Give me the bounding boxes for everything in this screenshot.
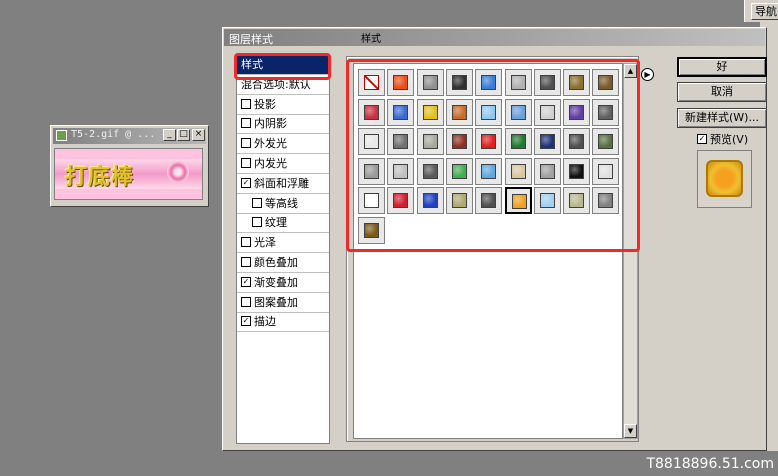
effect-checkbox[interactable] [241,98,251,109]
effect-label: 外发光 [254,137,287,151]
image-file-icon [56,130,67,141]
effect-checkbox[interactable] [252,217,262,228]
watermark-text: T8818896.51.com [646,456,774,472]
effect-item[interactable]: 内阴影 [237,115,329,135]
effect-label: 渐变叠加 [254,275,298,289]
effect-item[interactable]: 光泽 [237,234,329,254]
effect-checkbox[interactable] [241,296,251,307]
annotation-highlight-styles-item [234,53,331,80]
preview-label: 预览(V) [710,133,749,146]
preview-checkbox-row[interactable]: ✓ 预览(V) [697,131,748,147]
document-titlebar[interactable]: T5-2.gif @ ... _ □ × [53,128,206,144]
effect-checkbox[interactable] [252,197,262,208]
effect-item[interactable]: 图案叠加 [237,294,329,313]
effect-checkbox[interactable] [241,118,251,129]
panel-menu-arrow-icon[interactable]: ▶ [641,68,654,81]
ok-button[interactable]: 好 [677,57,767,77]
effect-label: 光泽 [254,236,276,250]
navigator-tab[interactable]: 导航 [751,3,778,20]
style-preview-swatch [706,160,743,197]
effect-label: 图案叠加 [254,295,298,309]
effect-item[interactable]: 等高线 [237,195,329,214]
dialog-titlebar[interactable]: 图层样式 [224,29,765,46]
effect-checkbox[interactable] [241,257,251,267]
maximize-button[interactable]: □ [177,129,190,141]
effect-checkbox[interactable]: ✓ [241,316,251,327]
effect-item[interactable]: ✓ 斜面和浮雕 [237,175,329,194]
effect-item[interactable]: 外发光 [237,135,329,155]
styles-group-label: 样式 [361,34,381,45]
cancel-button[interactable]: 取消 [677,82,767,102]
effect-label: 描边 [254,315,276,329]
document-window: T5-2.gif @ ... _ □ × 打底棒 [50,125,209,207]
effect-item[interactable]: 投影 [237,96,329,115]
flower-decoration [167,161,189,183]
dialog-title: 图层样式 [229,33,273,46]
effect-item[interactable]: ✓ 渐变叠加 [237,274,329,293]
effect-item[interactable]: 内发光 [237,155,329,174]
scroll-down-arrow-icon[interactable]: ▼ [624,424,637,438]
effect-label: 斜面和浮雕 [254,176,309,190]
effect-item[interactable]: 颜色叠加 [237,254,329,273]
navigator-panel-fragment: 导航 [744,0,778,22]
effect-checkbox[interactable]: ✓ [241,177,251,188]
effect-label: 投影 [254,97,276,111]
effect-checkbox[interactable] [241,237,251,248]
preview-checkbox[interactable]: ✓ [697,134,707,144]
annotation-highlight-swatches [346,59,640,252]
close-button[interactable]: × [192,129,205,141]
effect-item[interactable]: 纹理 [237,214,329,234]
effect-item[interactable]: ✓ 描边 [237,313,329,333]
effect-checkbox[interactable] [241,138,251,149]
effects-list: 样式 混合选项:默认 投影 内阴影 外发光 内发光 ✓ 斜面和浮雕 等高线 纹理 光泽 颜色叠加 ✓ 渐变… [236,55,330,444]
effect-checkbox[interactable]: ✓ [241,276,251,287]
new-style-button[interactable]: 新建样式(W)... [677,108,767,128]
effect-checkbox[interactable] [241,158,251,168]
effect-label: 纹理 [265,216,287,230]
minimize-button[interactable]: _ [163,129,176,141]
effect-label: 等高线 [265,196,298,210]
effect-label: 内发光 [254,157,287,170]
style-preview-box [697,150,752,208]
effect-label: 内阴影 [254,117,287,131]
document-title: T5-2.gif @ ... [71,129,156,140]
canvas-text: 打底棒 [65,164,135,190]
effect-label: 颜色叠加 [254,256,298,269]
document-canvas[interactable]: 打底棒 [54,148,203,200]
layer-style-dialog: 图层样式 样式 混合选项:默认 投影 内阴影 外发光 内发光 ✓ 斜面和浮雕 等高线 纹理 光泽 颜色… [222,27,767,451]
